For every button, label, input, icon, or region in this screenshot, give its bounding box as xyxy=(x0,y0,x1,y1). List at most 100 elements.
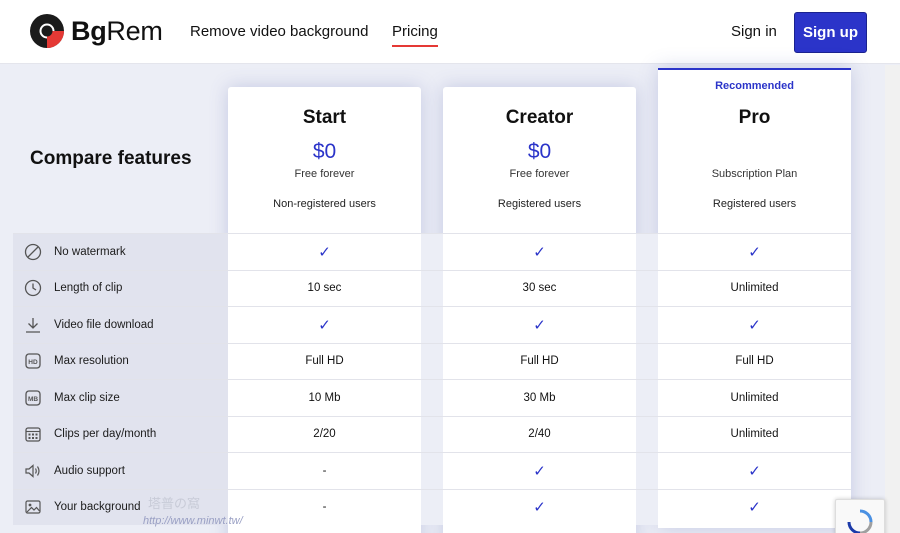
feature-value-start: 10 Mb xyxy=(228,380,421,416)
feature-value-start: Full HD xyxy=(228,343,421,379)
feature-label: Audio support xyxy=(54,464,125,477)
feature-comparison-table: No watermark ✓ ✓ ✓ Length of clip 10 sec… xyxy=(13,233,851,525)
plan-users-creator: Registered users xyxy=(497,198,582,210)
column-gap xyxy=(421,270,443,306)
compare-features-heading: Compare features xyxy=(30,148,192,169)
download-icon xyxy=(24,316,42,334)
feature-value-pro: Unlimited xyxy=(658,380,851,416)
column-gap xyxy=(636,453,658,489)
feature-value-start: ✓ xyxy=(228,234,421,270)
no-watermark-icon xyxy=(24,243,42,261)
column-gap xyxy=(636,343,658,379)
image-icon xyxy=(24,498,42,516)
feature-value-start: - xyxy=(228,453,421,489)
plan-users-start: Non-registered users xyxy=(273,198,376,210)
recaptcha-icon xyxy=(847,509,873,533)
feature-value-start: 10 sec xyxy=(228,270,421,306)
column-gap xyxy=(421,307,443,343)
feature-label: Clips per day/month xyxy=(54,428,157,441)
plan-users-pro: Registered users xyxy=(712,198,797,210)
feature-value-pro: ✓ xyxy=(658,234,851,270)
sign-in-link[interactable]: Sign in xyxy=(731,23,777,40)
column-gap xyxy=(421,234,443,270)
column-gap xyxy=(636,270,658,306)
plan-name-creator: Creator xyxy=(505,107,574,128)
feature-value-creator: ✓ xyxy=(443,453,636,489)
column-gap xyxy=(636,307,658,343)
column-gap xyxy=(421,416,443,452)
column-gap xyxy=(421,380,443,416)
column-gap xyxy=(636,234,658,270)
feature-label-cell: Clips per day/month xyxy=(13,416,228,452)
feature-row: No watermark ✓ ✓ ✓ xyxy=(13,233,851,270)
feature-value-creator: ✓ xyxy=(443,489,636,525)
column-gap xyxy=(421,453,443,489)
top-navigation-bar: BgRem Remove video background Pricing Si… xyxy=(0,0,900,64)
feature-label: Your background xyxy=(54,501,141,514)
plan-note-creator: Free forever xyxy=(509,168,570,180)
nav-remove-video-background[interactable]: Remove video background xyxy=(190,23,368,40)
plan-note-start: Free forever xyxy=(294,168,355,180)
recaptcha-badge[interactable] xyxy=(835,499,885,533)
feature-value-start: ✓ xyxy=(228,307,421,343)
feature-row: Clips per day/month 2/20 2/40 Unlimited xyxy=(13,415,851,452)
calendar-icon xyxy=(24,425,42,443)
plan-note-pro: Subscription Plan xyxy=(711,168,798,180)
feature-label-cell: HD Max resolution xyxy=(13,343,228,379)
mb-icon: MB xyxy=(24,389,42,407)
feature-row: Your background - ✓ ✓ xyxy=(13,488,851,525)
feature-value-start: 2/20 xyxy=(228,416,421,452)
nav-pricing[interactable]: Pricing xyxy=(392,23,438,47)
feature-label-cell: Video file download xyxy=(13,307,228,343)
feature-label-cell: MB Max clip size xyxy=(13,380,228,416)
bgrem-logo[interactable]: BgRem xyxy=(29,13,163,49)
column-gap xyxy=(636,416,658,452)
feature-label-cell: Audio support xyxy=(13,453,228,489)
svg-text:HD: HD xyxy=(28,359,38,366)
feature-label-cell: Length of clip xyxy=(13,270,228,306)
recommended-badge: Recommended xyxy=(715,80,794,92)
svg-text:MB: MB xyxy=(28,396,38,403)
logo-icon xyxy=(30,14,64,48)
feature-row: MB Max clip size 10 Mb 30 Mb Unlimited xyxy=(13,379,851,416)
feature-value-pro: Unlimited xyxy=(658,270,851,306)
feature-value-start: - xyxy=(228,489,421,525)
column-gap xyxy=(421,489,443,525)
feature-value-pro: Full HD xyxy=(658,343,851,379)
feature-row: Video file download ✓ ✓ ✓ xyxy=(13,306,851,343)
feature-value-pro: Unlimited xyxy=(658,416,851,452)
feature-label-cell: No watermark xyxy=(13,234,228,270)
feature-value-creator: Full HD xyxy=(443,343,636,379)
feature-value-creator: ✓ xyxy=(443,234,636,270)
feature-value-creator: 30 sec xyxy=(443,270,636,306)
feature-value-creator: ✓ xyxy=(443,307,636,343)
feature-label: Video file download xyxy=(54,318,154,331)
page-scrollbar[interactable] xyxy=(885,65,900,533)
column-gap xyxy=(636,380,658,416)
column-gap xyxy=(636,489,658,525)
feature-value-pro: ✓ xyxy=(658,489,851,525)
plan-price-creator: $0 xyxy=(527,140,552,163)
column-gap xyxy=(421,343,443,379)
feature-row: Length of clip 10 sec 30 sec Unlimited xyxy=(13,269,851,306)
speaker-icon xyxy=(24,462,42,480)
feature-row: Audio support - ✓ ✓ xyxy=(13,452,851,489)
plan-name-start: Start xyxy=(302,107,347,128)
site-watermark: 塔普の窩 xyxy=(148,496,201,511)
feature-value-pro: ✓ xyxy=(658,453,851,489)
clock-icon xyxy=(24,279,42,297)
site-watermark-url: http://www.minwt.tw/ xyxy=(143,515,243,527)
feature-value-creator: 30 Mb xyxy=(443,380,636,416)
sign-up-button[interactable]: Sign up xyxy=(794,12,867,53)
plan-price-start: $0 xyxy=(312,140,337,163)
hd-icon: HD xyxy=(24,352,42,370)
feature-row: HD Max resolution Full HD Full HD Full H… xyxy=(13,342,851,379)
feature-label: Length of clip xyxy=(54,282,123,295)
logo-text: BgRem xyxy=(71,15,163,46)
feature-label: Max clip size xyxy=(54,391,120,404)
feature-label: Max resolution xyxy=(54,355,129,368)
feature-value-pro: ✓ xyxy=(658,307,851,343)
plan-name-pro: Pro xyxy=(738,107,771,128)
feature-label: No watermark xyxy=(54,245,126,258)
feature-value-creator: 2/40 xyxy=(443,416,636,452)
